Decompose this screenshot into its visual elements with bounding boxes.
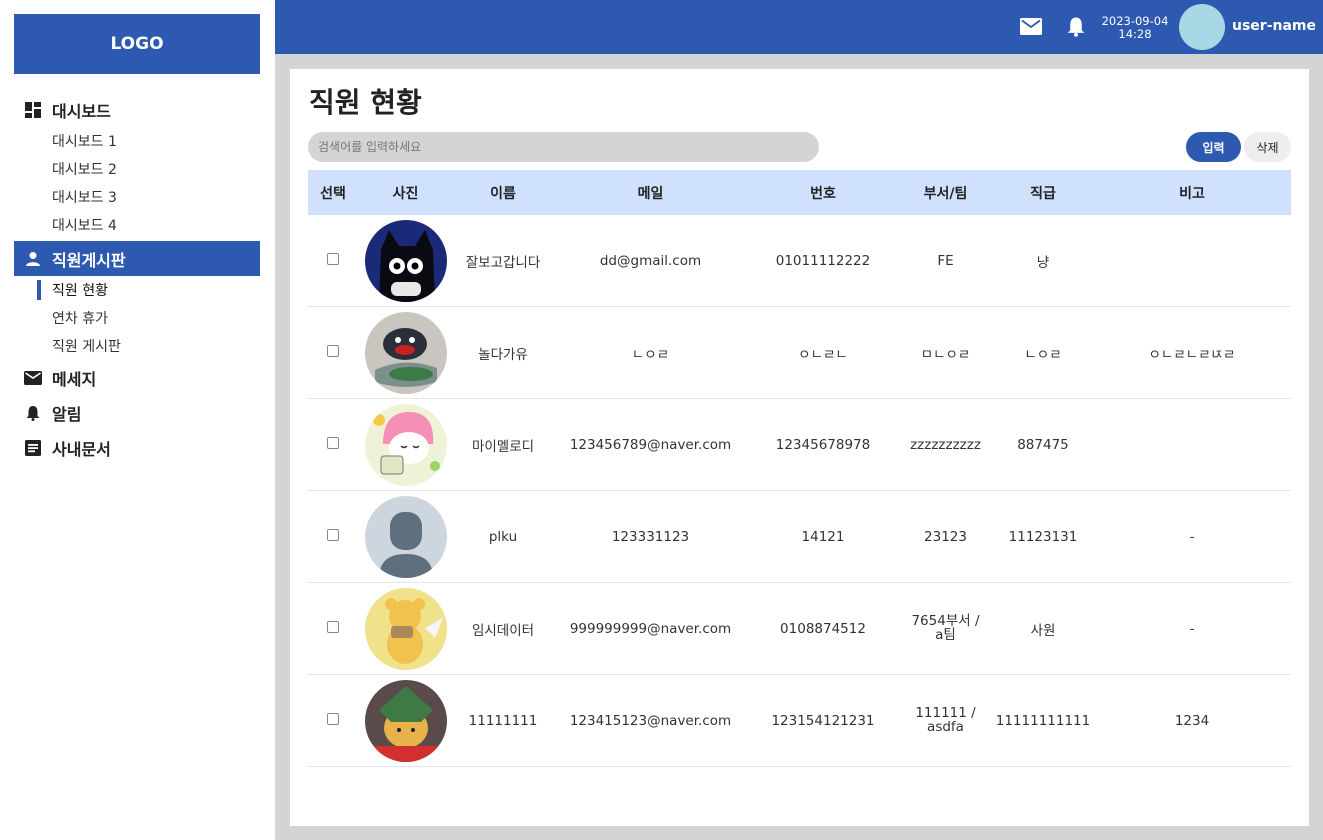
penguin-photo (365, 311, 447, 394)
cartoon-bear-photo (365, 587, 447, 670)
sidebar-subitem-staff-board[interactable]: 직원 게시판 (0, 332, 275, 360)
email-cell: 999999999@naver.com (569, 620, 732, 637)
phone-cell: 123154121231 (771, 712, 875, 729)
row-checkbox[interactable] (327, 252, 339, 265)
row-checkbox[interactable] (327, 712, 339, 725)
search-input[interactable] (308, 132, 819, 162)
delete-button[interactable]: 삭제 (1244, 132, 1291, 162)
column-header: 선택 (320, 185, 346, 202)
table-header: 선택 사진 이름 메일 번호 부서/팀 직급 비고 (308, 170, 1291, 215)
mail-icon (24, 369, 42, 387)
row-checkbox[interactable] (327, 528, 339, 541)
sidebar-subitem-dashboard-1[interactable]: 대시보드 1 (0, 127, 275, 155)
rank-cell: 887475 (1017, 436, 1069, 453)
avatar[interactable] (1179, 4, 1225, 50)
sidebar-item-label: 직원게시판 (52, 250, 126, 270)
main-panel: 직원 현황 입력 삭제 선택 사진 이름 메일 번호 부서/팀 직급 비고 잘보… (290, 69, 1309, 826)
my-melody-photo (365, 403, 447, 486)
column-header: 메일 (637, 185, 664, 202)
sidebar-item-alarm[interactable]: 알림 (0, 395, 275, 430)
sidebar-subitem-dashboard-3[interactable]: 대시보드 3 (0, 183, 275, 211)
datetime: 2023-09-04 14:28 (1095, 15, 1175, 41)
dept-cell: 23123 (924, 528, 967, 545)
username[interactable]: user-name (1232, 18, 1316, 34)
phone-cell: 12345678978 (775, 436, 871, 453)
rank-cell: 11123131 (1008, 528, 1078, 545)
row-checkbox[interactable] (327, 620, 339, 633)
name-cell: 잘보고갑니다 (465, 254, 541, 271)
bell-icon (24, 404, 42, 422)
sidebar-item-staff-board[interactable]: 직원게시판 (14, 241, 260, 276)
name-cell: 마이멜로디 (471, 438, 535, 455)
email-cell: 123456789@naver.com (569, 436, 732, 453)
rank-cell: 냥 (1036, 254, 1050, 271)
sidebar-item-label: 알림 (52, 404, 82, 424)
table-row[interactable]: plku 123331123 14121 23123 11123131 - (308, 491, 1291, 583)
sidebar: LOGO 대시보드 대시보드 1 대시보드 2 대시보드 3 대시보드 4 직원… (0, 0, 275, 840)
sidebar-item-dashboard[interactable]: 대시보드 (0, 92, 275, 127)
dept-cell: zzzzzzzzzz (910, 436, 981, 453)
default-avatar-photo (365, 495, 447, 578)
dashboard-icon (24, 101, 42, 119)
black-cat-photo (365, 219, 447, 302)
note-cell: - (1189, 528, 1195, 545)
table-row[interactable]: 임시데이터 999999999@naver.com 0108874512 765… (308, 583, 1291, 675)
sidebar-subitem-dashboard-2[interactable]: 대시보드 2 (0, 155, 275, 183)
dept-cell: 111111 / asdfa (915, 705, 976, 735)
time-text: 14:28 (1118, 27, 1152, 41)
page-title: 직원 현황 (309, 86, 422, 119)
name-cell: 임시데이터 (471, 622, 535, 639)
phone-cell: 14121 (801, 528, 845, 545)
sidebar-subitem-dashboard-4[interactable]: 대시보드 4 (0, 211, 275, 239)
email-cell: 123415123@naver.com (569, 712, 732, 729)
document-icon (24, 439, 42, 457)
phone-cell: ㅇㄴㄹㄴ (798, 346, 848, 363)
column-header: 부서/팀 (923, 185, 968, 202)
table-row[interactable]: 11111111 123415123@naver.com 12315412123… (308, 675, 1291, 767)
email-cell: ㄴㅇㄹ (631, 346, 670, 363)
note-cell: 1234 (1174, 712, 1210, 729)
row-checkbox[interactable] (327, 344, 339, 357)
dept-cell: FE (937, 252, 954, 269)
email-cell: 123331123 (611, 528, 690, 545)
rank-cell: 사원 (1030, 622, 1056, 639)
sidebar-item-message[interactable]: 메세지 (0, 360, 275, 395)
column-header: 번호 (810, 185, 836, 202)
phone-cell: 0108874512 (780, 620, 866, 637)
column-header: 사진 (392, 185, 419, 202)
sidebar-item-label: 메세지 (52, 369, 97, 389)
rank-cell: ㄴㅇㄹ (1024, 346, 1062, 363)
logo[interactable]: LOGO (14, 14, 260, 74)
person-icon (24, 250, 42, 268)
table-row[interactable]: 놀다가유 ㄴㅇㄹ ㅇㄴㄹㄴ ㅁㄴㅇㄹ ㄴㅇㄹ ㅇㄴㄹㄴㄹㄵㄹ (308, 307, 1291, 399)
sidebar-subitem-staff-status[interactable]: 직원 현황 (0, 276, 275, 304)
pooh-photo (365, 679, 447, 762)
note-cell: - (1189, 620, 1195, 637)
column-header: 비고 (1179, 185, 1205, 202)
note-cell: ㅇㄴㄹㄴㄹㄵㄹ (1148, 346, 1236, 363)
sidebar-subitem-annual-leave[interactable]: 연차 휴가 (0, 304, 275, 332)
name-cell: plku (488, 528, 518, 545)
phone-cell: 01011112222 (775, 252, 871, 269)
email-cell: dd@gmail.com (599, 252, 702, 269)
column-header: 직급 (1030, 185, 1056, 202)
bell-icon[interactable] (1067, 16, 1085, 41)
staff-table: 선택 사진 이름 메일 번호 부서/팀 직급 비고 잘보고갑니다 dd@gmai… (308, 170, 1291, 767)
dept-cell: 7654부서 / a팀 (911, 613, 980, 643)
sidebar-item-label: 사내문서 (52, 439, 111, 459)
table-row[interactable]: 마이멜로디 123456789@naver.com 12345678978 zz… (308, 399, 1291, 491)
name-cell: 11111111 (468, 712, 538, 729)
sidebar-item-label: 대시보드 (52, 101, 111, 121)
sidebar-item-documents[interactable]: 사내문서 (0, 430, 275, 465)
table-row[interactable]: 잘보고갑니다 dd@gmail.com 01011112222 FE 냥 (308, 215, 1291, 307)
rank-cell: 11111111111 (995, 712, 1091, 729)
sidebar-nav: 대시보드 대시보드 1 대시보드 2 대시보드 3 대시보드 4 직원게시판 직… (0, 92, 275, 465)
dept-cell: ㅁㄴㅇㄹ (920, 346, 971, 363)
column-header: 이름 (490, 185, 516, 202)
name-cell: 놀다가유 (478, 346, 528, 363)
top-header: 2023-09-04 14:28 user-name (275, 0, 1323, 54)
row-checkbox[interactable] (327, 436, 339, 449)
input-button[interactable]: 입력 (1186, 132, 1241, 162)
mail-icon[interactable] (1020, 18, 1042, 39)
